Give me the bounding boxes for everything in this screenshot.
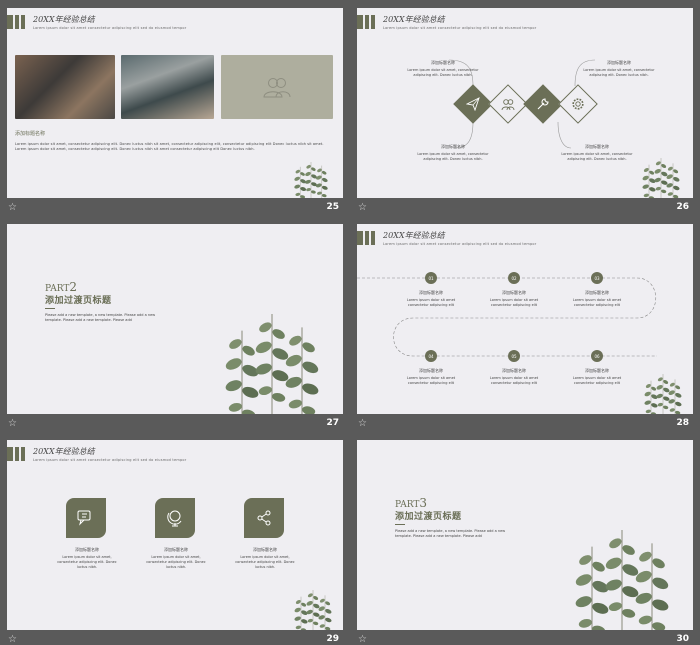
slide-26[interactable]: 20XX年经验总结 Lorem ipsum dolor sit amet con… [357,8,693,198]
header-title: 20XX年经验总结 [33,447,95,456]
chat-feature-box[interactable] [66,498,106,538]
star-icon[interactable]: ☆ [7,634,17,645]
teamwork-photo-2 [121,55,214,119]
users-icon [501,99,515,111]
slide-number: 30 [676,634,689,644]
star-icon[interactable]: ☆ [357,418,367,429]
step-5-text: 添加标题名称 Lorem ipsum dolor sit amet consec… [489,368,539,385]
transition-description: Please add a new template, a new templat… [395,529,506,538]
slide-25[interactable]: 20XX年经验总结 Lorem ipsum dolor sit amet con… [7,8,343,198]
feature-3-text: 添加标题名称 Lorem ipsum dolor sit amet, conse… [235,547,295,569]
plant-decoration [573,530,671,630]
diamond-1[interactable] [453,84,493,124]
plant-decoration [293,162,329,198]
title-underline [45,308,55,309]
step-3-text: 添加标题名称 Lorem ipsum dolor sit amet consec… [572,290,622,307]
star-icon[interactable]: ☆ [7,202,17,213]
slide-29[interactable]: 20XX年经验总结 Lorem ipsum dolor sit amet con… [7,440,343,630]
globe-icon [167,510,182,527]
step-2-marker[interactable]: 02 [508,272,520,284]
slide-number: 27 [326,418,339,428]
plant-decoration [643,374,683,414]
chat-icon [77,510,91,526]
header-subtitle: Lorem ipsum dolor sit amet consectetur a… [33,26,187,30]
image-placeholder [221,55,333,119]
header-title: 20XX年经验总结 [33,15,95,24]
feature-1-text: 添加标题名称 Lorem ipsum dolor sit amet, conse… [57,547,117,569]
transition-title: 添加过渡页标题 [395,512,462,522]
teamwork-photo-1 [15,55,115,119]
slide-number: 28 [676,418,689,428]
transition-title: 添加过渡页标题 [45,296,112,306]
wrench-icon [537,98,549,110]
slide-number: 25 [326,202,339,212]
slide-28[interactable]: 20XX年经验总结 Lorem ipsum dolor sit amet con… [357,224,693,414]
content-paragraph: Lorem ipsum dolor sit amet, consectetur … [15,142,324,151]
header-bars [7,447,25,461]
star-icon[interactable]: ☆ [7,418,17,429]
star-icon[interactable]: ☆ [357,202,367,213]
star-icon[interactable]: ☆ [357,634,367,645]
item-2: 添加标题名称 Lorem ipsum dolor sit amet, conse… [583,60,655,77]
team-icon [263,78,291,98]
step-4-marker[interactable]: 04 [425,350,437,362]
plant-decoration [641,158,681,198]
paper-plane-icon [466,97,480,111]
header-subtitle: Lorem ipsum dolor sit amet consectetur a… [33,458,187,462]
step-1-marker[interactable]: 01 [425,272,437,284]
globe-feature-box[interactable] [155,498,195,538]
slide-30[interactable]: PART3 添加过渡页标题 Please add a new template,… [357,440,693,630]
step-2-text: 添加标题名称 Lorem ipsum dolor sit amet consec… [489,290,539,307]
item-1: 添加标题名称 Lorem ipsum dolor sit amet, conse… [407,60,479,77]
item-4: 添加标题名称 Lorem ipsum dolor sit amet, conse… [561,144,633,161]
transition-description: Please add a new template, a new templat… [45,313,156,322]
diamond-3[interactable] [523,84,563,124]
gear-icon [572,98,584,110]
slide-27[interactable]: PART2 添加过渡页标题 Please add a new template,… [7,224,343,414]
step-4-text: 添加标题名称 Lorem ipsum dolor sit amet consec… [406,368,456,385]
item-3: 添加标题名称 Lorem ipsum dolor sit amet, conse… [417,144,489,161]
title-underline [395,524,405,525]
step-1-text: 添加标题名称 Lorem ipsum dolor sit amet consec… [406,290,456,307]
step-6-text: 添加标题名称 Lorem ipsum dolor sit amet consec… [572,368,622,385]
plant-decoration [223,314,321,414]
plant-decoration [293,590,333,630]
step-3-marker[interactable]: 03 [591,272,603,284]
share-icon [257,510,271,526]
header-bars [7,15,25,29]
content-label: 添加标题名称 [15,131,46,137]
share-feature-box[interactable] [244,498,284,538]
step-5-marker[interactable]: 05 [508,350,520,362]
slide-number: 29 [326,634,339,644]
feature-2-text: 添加标题名称 Lorem ipsum dolor sit amet, conse… [146,547,206,569]
step-6-marker[interactable]: 06 [591,350,603,362]
slide-number: 26 [676,202,689,212]
